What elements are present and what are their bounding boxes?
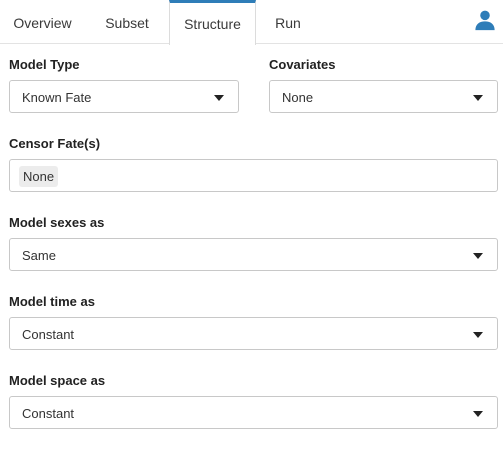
tab-bar: Overview Subset Structure Run [0,0,503,45]
tab-overview[interactable]: Overview [0,0,85,44]
model-time-select[interactable]: Constant [9,317,498,350]
chevron-down-icon [473,411,483,417]
tab-subset[interactable]: Subset [85,0,169,44]
model-sexes-select[interactable]: Same [9,238,498,271]
tab-run[interactable]: Run [256,0,320,44]
model-type-value: Known Fate [22,90,92,105]
model-space-label: Model space as [9,373,106,388]
chevron-down-icon [473,95,483,101]
chevron-down-icon [214,95,224,101]
model-time-label: Model time as [9,294,95,309]
chevron-down-icon [473,332,483,338]
censor-fate-chip[interactable]: None [19,166,59,187]
model-type-select[interactable]: Known Fate [9,80,239,113]
model-type-label: Model Type [9,57,80,72]
model-space-value: Constant [22,406,75,421]
censor-fates-label: Censor Fate(s) [9,136,101,151]
tab-structure[interactable]: Structure [169,0,256,45]
model-sexes-value: Same [22,248,56,263]
user-icon[interactable] [474,9,496,31]
covariates-label: Covariates [269,57,336,72]
chevron-down-icon [473,253,483,259]
model-time-value: Constant [22,327,75,342]
censor-fates-input[interactable]: None [9,159,498,192]
covariates-select[interactable]: None [269,80,498,113]
model-space-select[interactable]: Constant [9,396,498,429]
covariates-value: None [282,90,314,105]
model-sexes-label: Model sexes as [9,215,105,230]
